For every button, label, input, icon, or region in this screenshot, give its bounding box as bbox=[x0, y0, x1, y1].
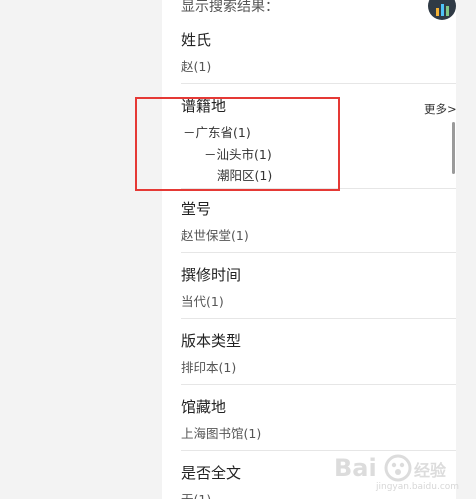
filter-section-collection: 馆藏地 上海图书馆(1) bbox=[181, 397, 451, 443]
page: 显示搜索结果： 姓氏 赵(1) 谱籍地 更多> －广东省(1) －汕头市(1) … bbox=[0, 0, 476, 499]
filter-option-surname-zhao[interactable]: 赵(1) bbox=[181, 58, 451, 76]
watermark-url: jingyan.baidu.com bbox=[376, 482, 460, 492]
highlight-annotation-box bbox=[135, 97, 340, 191]
scrollbar-thumb[interactable] bbox=[452, 122, 455, 174]
left-gray-area bbox=[0, 0, 162, 499]
filter-title-hall: 堂号 bbox=[181, 200, 212, 218]
divider bbox=[181, 83, 456, 84]
right-gray-strip bbox=[456, 0, 476, 499]
filter-section-compile-time: 撰修时间 当代(1) bbox=[181, 265, 451, 311]
filter-option-compile-time[interactable]: 当代(1) bbox=[181, 293, 451, 311]
results-heading: 显示搜索结果： bbox=[181, 0, 279, 15]
filter-title-compile-time: 撰修时间 bbox=[181, 266, 242, 284]
filter-title-collection: 馆藏地 bbox=[181, 398, 227, 416]
filter-option-collection[interactable]: 上海图书馆(1) bbox=[181, 425, 451, 443]
filter-option-full-text[interactable]: 无(1) bbox=[181, 491, 451, 499]
filter-title-surname: 姓氏 bbox=[181, 31, 212, 49]
filter-option-edition-type[interactable]: 排印本(1) bbox=[181, 359, 451, 377]
filter-section-surname: 姓氏 赵(1) bbox=[181, 30, 451, 76]
search-filter-panel: 显示搜索结果： 姓氏 赵(1) 谱籍地 更多> －广东省(1) －汕头市(1) … bbox=[162, 0, 456, 499]
filter-section-edition-type: 版本类型 排印本(1) bbox=[181, 331, 451, 377]
divider bbox=[181, 384, 456, 385]
filter-title-edition-type: 版本类型 bbox=[181, 332, 242, 350]
svg-text:经验: 经验 bbox=[414, 461, 447, 480]
more-link[interactable]: 更多> bbox=[424, 101, 456, 117]
divider bbox=[181, 252, 456, 253]
svg-text:Bai: Bai bbox=[334, 454, 377, 482]
filter-section-hall: 堂号 赵世保堂(1) bbox=[181, 199, 451, 245]
filter-option-hall[interactable]: 赵世保堂(1) bbox=[181, 227, 451, 245]
divider bbox=[181, 318, 456, 319]
